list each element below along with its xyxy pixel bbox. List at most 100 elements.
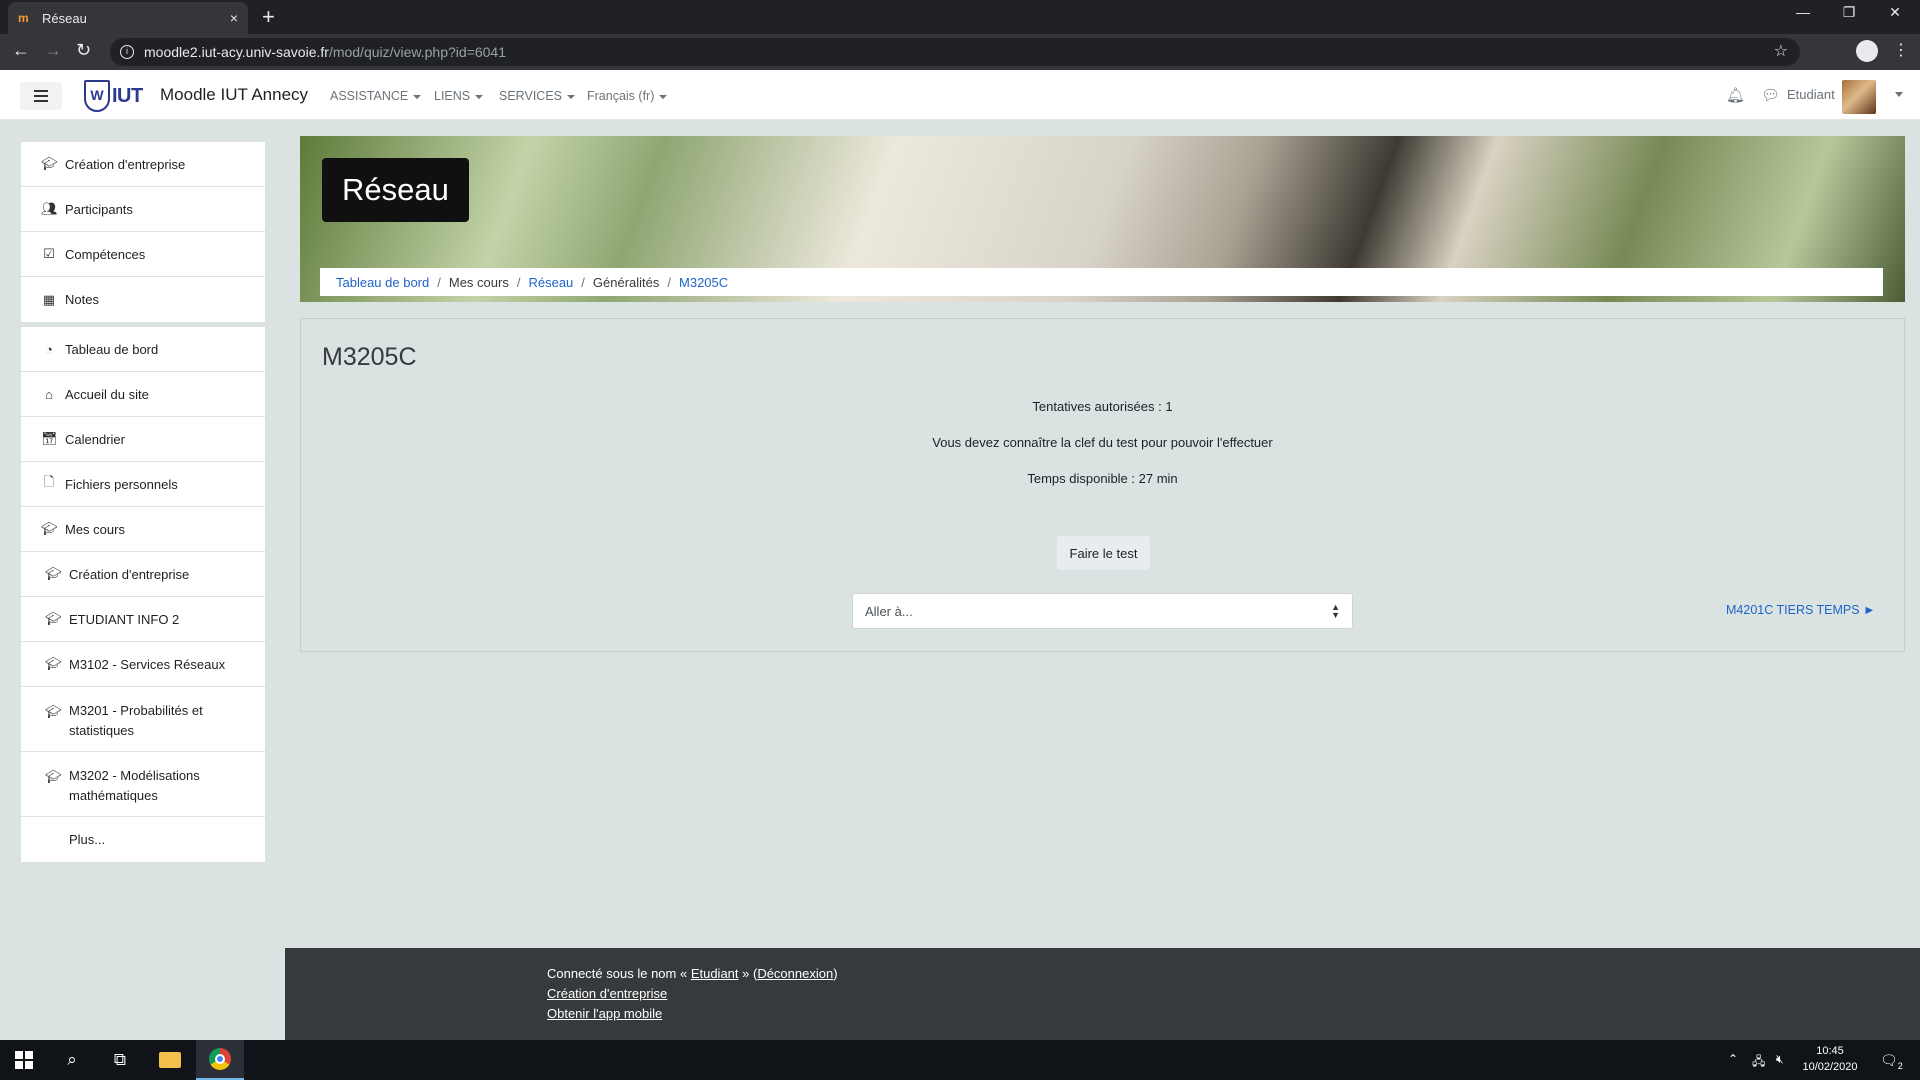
volume-muted-icon[interactable]: 🔇︎ [1776, 1052, 1784, 1067]
dashboard-icon: ◔ [45, 341, 53, 357]
caret-down-icon [475, 94, 484, 99]
nav-item-competences[interactable]: ☑ Compétences [21, 232, 265, 277]
breadcrumb-separator: / [667, 274, 672, 290]
course-title: Réseau [322, 158, 469, 222]
breadcrumb-separator: / [437, 274, 441, 290]
nav-item-course-m3102[interactable]: 🎓︎ M3102 - Services Réseaux [21, 642, 265, 687]
calendar-icon: 📅︎ [41, 431, 58, 446]
nav-item-tableau-de-bord[interactable]: ◔ Tableau de bord [21, 327, 265, 372]
page-title: M3205C [322, 343, 417, 371]
table-icon: ▦ [42, 291, 56, 307]
users-icon: 👥︎ [41, 201, 58, 216]
tray-chevron-icon[interactable]: ⌃ [1728, 1052, 1738, 1066]
account-icon[interactable] [1856, 40, 1878, 62]
task-view-icon[interactable]: ⧉ [96, 1040, 144, 1080]
nav-item-mes-cours[interactable]: 🎓︎ Mes cours [21, 507, 265, 552]
jump-to-select[interactable]: Aller à... ▲ ▼ [852, 593, 1353, 629]
start-quiz-button[interactable]: Faire le test [1057, 536, 1150, 570]
course-header: Réseau Tableau de bord / Mes cours / Rés… [300, 136, 1905, 302]
graduation-cap-icon: 🎓︎ [45, 704, 62, 719]
browser-tab[interactable]: m Réseau × [8, 2, 248, 34]
site-name[interactable]: Moodle IUT Annecy [160, 85, 308, 105]
start-button[interactable] [0, 1040, 48, 1080]
window-close-icon[interactable]: ✕ [1872, 4, 1918, 21]
browser-toolbar: ← → ↻ i moodle2.iut-acy.univ-savoie.fr/m… [0, 34, 1920, 70]
next-activity-link[interactable]: M4201C TIERS TEMPS ► [1726, 603, 1875, 617]
notification-count: 2 [1897, 1060, 1903, 1071]
caret-down-icon [413, 94, 422, 99]
nav-item-course-m3201[interactable]: 🎓︎ M3201 - Probabilités et statistiques [21, 687, 265, 752]
moodle-navbar: W IUT Moodle IUT Annecy ASSISTANCE LIENS… [0, 70, 1920, 120]
nav-item-course-creation-entreprise[interactable]: 🎓︎ Création d'entreprise [21, 552, 265, 597]
nav-item-participants[interactable]: 👥︎ Participants [21, 187, 265, 232]
nav-item-creation-entreprise[interactable]: 🎓︎ Création d'entreprise [21, 142, 265, 187]
back-arrow-icon[interactable]: ← [12, 40, 30, 61]
profile-link[interactable]: Etudiant [691, 966, 739, 981]
quiz-card: M3205C Tentatives autorisées : 1 Vous de… [300, 318, 1905, 652]
site-info-icon[interactable]: i [120, 45, 134, 59]
breadcrumb-separator: / [581, 274, 585, 290]
breadcrumb-m3205c[interactable]: M3205C [679, 275, 728, 290]
footer-course-link[interactable]: Création d'entreprise [547, 986, 667, 1001]
chrome-taskbar-icon[interactable] [196, 1040, 244, 1080]
windows-taskbar: ⌕ ⧉ ⌃ 🖧︎ 🔇︎ 10:45 10/02/2020 🗨︎2 [0, 1040, 1920, 1080]
nav-item-notes[interactable]: ▦ Notes [21, 277, 265, 322]
url-path: /mod/quiz/view.php?id=6041 [328, 44, 507, 60]
menu-services[interactable]: SERVICES [499, 89, 575, 103]
nav-item-plus[interactable]: Plus... [21, 817, 265, 862]
checkbox-icon: ☑ [43, 246, 55, 261]
minimize-icon[interactable]: — [1780, 4, 1826, 20]
user-name[interactable]: Etudiant [1787, 87, 1835, 102]
browser-menu-icon[interactable]: ⋮ [1893, 40, 1909, 60]
nav-item-calendrier[interactable]: 📅︎ Calendrier [21, 417, 265, 462]
address-bar[interactable]: i moodle2.iut-acy.univ-savoie.fr/mod/qui… [110, 38, 1800, 66]
menu-language[interactable]: Français (fr) [587, 89, 668, 103]
user-menu-caret-icon[interactable] [1895, 92, 1903, 97]
select-updown-icon: ▲ ▼ [1331, 602, 1340, 620]
system-clock[interactable]: 10:45 10/02/2020 [1794, 1043, 1866, 1075]
logo-text: IUT [112, 84, 143, 107]
menu-assistance[interactable]: ASSISTANCE [330, 89, 422, 103]
file-explorer-icon[interactable] [146, 1040, 194, 1080]
attempts-info: Tentatives autorisées : 1 [1032, 399, 1173, 414]
site-nav-group: ◔ Tableau de bord ⌂ Accueil du site 📅︎ Cale… [21, 327, 265, 862]
graduation-cap-icon: 🎓︎ [45, 656, 62, 671]
drawer-toggle-button[interactable] [20, 82, 62, 110]
new-tab-icon[interactable]: + [262, 4, 275, 30]
restore-icon[interactable]: ❐ [1826, 4, 1872, 21]
nav-item-course-m3202[interactable]: 🎓︎ M3202 - Modélisations mathématiques [21, 752, 265, 817]
avatar[interactable] [1842, 80, 1876, 114]
caret-down-icon [659, 94, 668, 99]
forward-arrow-icon[interactable]: → [44, 40, 62, 61]
windows-logo-icon [15, 1051, 33, 1069]
action-center-icon[interactable]: 🗨︎2 [1880, 1052, 1903, 1071]
search-icon[interactable]: ⌕ [48, 1040, 96, 1080]
graduation-cap-icon: 🎓︎ [45, 566, 62, 581]
notification-bell-icon[interactable]: 🔔︎ [1726, 86, 1745, 104]
reload-icon[interactable]: ↻ [76, 40, 91, 61]
mobile-app-link[interactable]: Obtenir l'app mobile [547, 1006, 662, 1021]
caret-down-icon [567, 94, 575, 99]
nav-item-course-etudiant-info-2[interactable]: 🎓︎ ETUDIANT INFO 2 [21, 597, 265, 642]
nav-item-fichiers[interactable]: 🗋 Fichiers personnels [21, 462, 265, 507]
breadcrumb-separator: / [516, 274, 521, 290]
jump-to-value: Aller à... [865, 603, 913, 619]
breadcrumb-reseau[interactable]: Réseau [528, 275, 573, 290]
tab-close-icon[interactable]: × [230, 10, 238, 26]
graduation-cap-icon: 🎓︎ [41, 156, 58, 171]
graduation-cap-icon: 🎓︎ [45, 611, 62, 626]
hamburger-icon [34, 90, 48, 92]
logout-link[interactable]: Déconnexion [757, 966, 833, 981]
breadcrumb-tableau-de-bord[interactable]: Tableau de bord [336, 275, 429, 290]
iut-shield-icon: W [84, 80, 110, 112]
network-icon[interactable]: 🖧︎ [1752, 1052, 1765, 1073]
bookmark-star-icon[interactable]: ☆ [1774, 41, 1788, 61]
clock-time: 10:45 [1816, 1045, 1844, 1057]
messages-icon[interactable]: 💬︎ [1761, 86, 1780, 104]
quiz-key-notice: Vous devez connaître la clef du test pou… [932, 435, 1273, 450]
nav-item-accueil[interactable]: ⌂ Accueil du site [21, 372, 265, 417]
iut-logo[interactable]: W IUT [84, 79, 156, 113]
menu-liens[interactable]: LIENS [434, 89, 484, 103]
tab-title: Réseau [42, 10, 87, 26]
url-host: moodle2.iut-acy.univ-savoie.fr [144, 44, 329, 60]
